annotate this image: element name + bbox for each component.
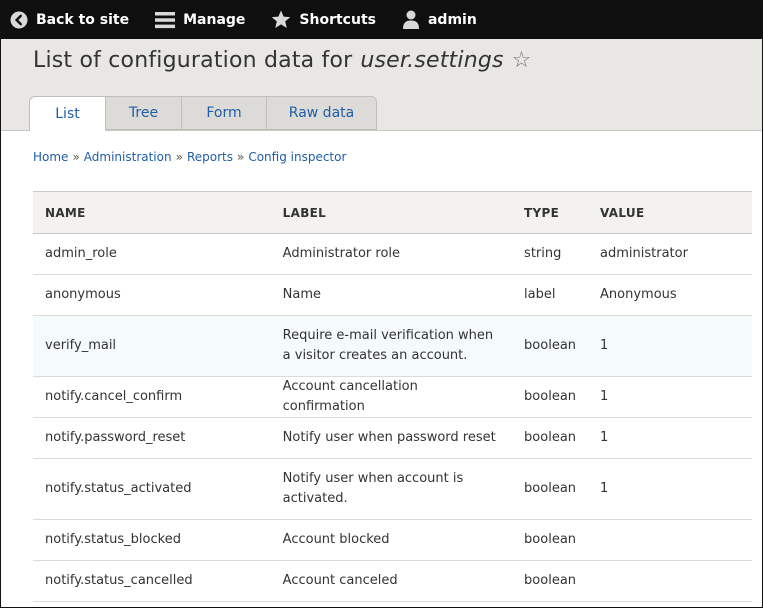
cell-label: Notify user when account is activated. (270, 458, 513, 520)
table-row: anonymous Name label Anonymous (33, 274, 752, 316)
table-row: notify.status_blocked Account blocked bo… (33, 519, 752, 561)
cell-value: 1 (588, 376, 752, 418)
cell-type: string (512, 233, 589, 275)
shortcuts-menu-button[interactable]: Shortcuts (271, 10, 376, 29)
user-menu-button[interactable]: admin (402, 10, 477, 29)
table-row: notify.status_activated Notify user when… (33, 458, 752, 520)
table-row: admin_role Administrator role string adm… (33, 233, 752, 275)
cell-label: Administrator role (270, 233, 513, 275)
cell-value: 1 (588, 315, 752, 377)
shortcuts-label: Shortcuts (299, 11, 376, 28)
admin-toolbar: Back to site Manage Shortcuts admin (0, 0, 763, 39)
cell-name: anonymous (33, 274, 271, 316)
cell-type: boolean (512, 376, 589, 418)
table-header-row: NAME LABEL TYPE VALUE (33, 191, 752, 234)
cell-label: Name (270, 274, 513, 316)
user-icon (402, 10, 419, 29)
primary-tabs: List Tree Form Raw data (29, 96, 377, 131)
config-table: NAME LABEL TYPE VALUE admin_role Adminis… (33, 191, 752, 602)
chevron-left-circle-icon (10, 11, 28, 28)
tab-raw-data[interactable]: Raw data (266, 96, 377, 130)
column-header-value[interactable]: VALUE (588, 191, 752, 234)
cell-name: verify_mail (33, 315, 271, 377)
page-title-prefix: List of configuration data for (33, 48, 353, 73)
cell-label: Account blocked (270, 519, 513, 561)
breadcrumb-administration[interactable]: Administration (84, 150, 172, 164)
tab-tree[interactable]: Tree (105, 96, 181, 130)
hamburger-icon (155, 11, 176, 28)
tab-form[interactable]: Form (181, 96, 266, 130)
cell-label: Require e-mail verification when a visit… (270, 315, 513, 377)
manage-menu-button[interactable]: Manage (155, 11, 245, 29)
star-icon (272, 10, 291, 28)
cell-name: admin_role (33, 233, 271, 275)
cell-label: Account canceled (270, 560, 513, 602)
cell-value: Anonymous (588, 274, 752, 316)
table-row: notify.cancel_confirm Account cancellati… (33, 376, 752, 418)
table-row: notify.password_reset Notify user when p… (33, 417, 752, 459)
cell-label: Notify user when password reset (270, 417, 513, 459)
cell-type: label (512, 274, 589, 316)
cell-value: administrator (588, 233, 752, 275)
breadcrumb-home[interactable]: Home (33, 150, 68, 164)
cell-name: notify.password_reset (33, 417, 271, 459)
column-header-type[interactable]: TYPE (512, 191, 589, 234)
star-outline-icon[interactable]: ☆ (512, 48, 532, 73)
cell-name: notify.cancel_confirm (33, 376, 271, 418)
tab-list[interactable]: List (29, 96, 105, 131)
user-label: admin (427, 11, 477, 28)
cell-label: Account cancellation confirmation (270, 376, 513, 418)
cell-value (588, 519, 752, 561)
page-title-config-name: user.settings (360, 48, 504, 73)
table-row: notify.status_cancelled Account canceled… (33, 560, 752, 602)
cell-type: boolean (512, 315, 589, 377)
cell-type: boolean (512, 560, 589, 602)
cell-type: boolean (512, 417, 589, 459)
cell-name: notify.status_cancelled (33, 560, 271, 602)
breadcrumb-reports[interactable]: Reports (187, 150, 233, 164)
cell-type: boolean (512, 519, 589, 561)
cell-name: notify.status_activated (33, 458, 271, 520)
column-header-name[interactable]: NAME (33, 191, 271, 234)
page-title: List of configuration data for user.sett… (33, 48, 532, 73)
config-table-wrapper: NAME LABEL TYPE VALUE admin_role Adminis… (33, 191, 752, 602)
manage-label: Manage (183, 11, 246, 28)
cell-name: notify.status_blocked (33, 519, 271, 561)
back-to-site-label: Back to site (36, 11, 130, 28)
page-header: List of configuration data for user.sett… (0, 39, 763, 131)
table-row: verify_mail Require e-mail verification … (33, 315, 752, 377)
cell-value (588, 560, 752, 602)
cell-value: 1 (588, 458, 752, 520)
breadcrumb-config-inspector[interactable]: Config inspector (248, 150, 346, 164)
back-to-site-link[interactable]: Back to site (10, 11, 129, 29)
cell-value: 1 (588, 417, 752, 459)
column-header-label[interactable]: LABEL (270, 191, 513, 234)
breadcrumb: Home» Administration» Reports» Config inspe… (33, 150, 347, 164)
cell-type: boolean (512, 458, 589, 520)
